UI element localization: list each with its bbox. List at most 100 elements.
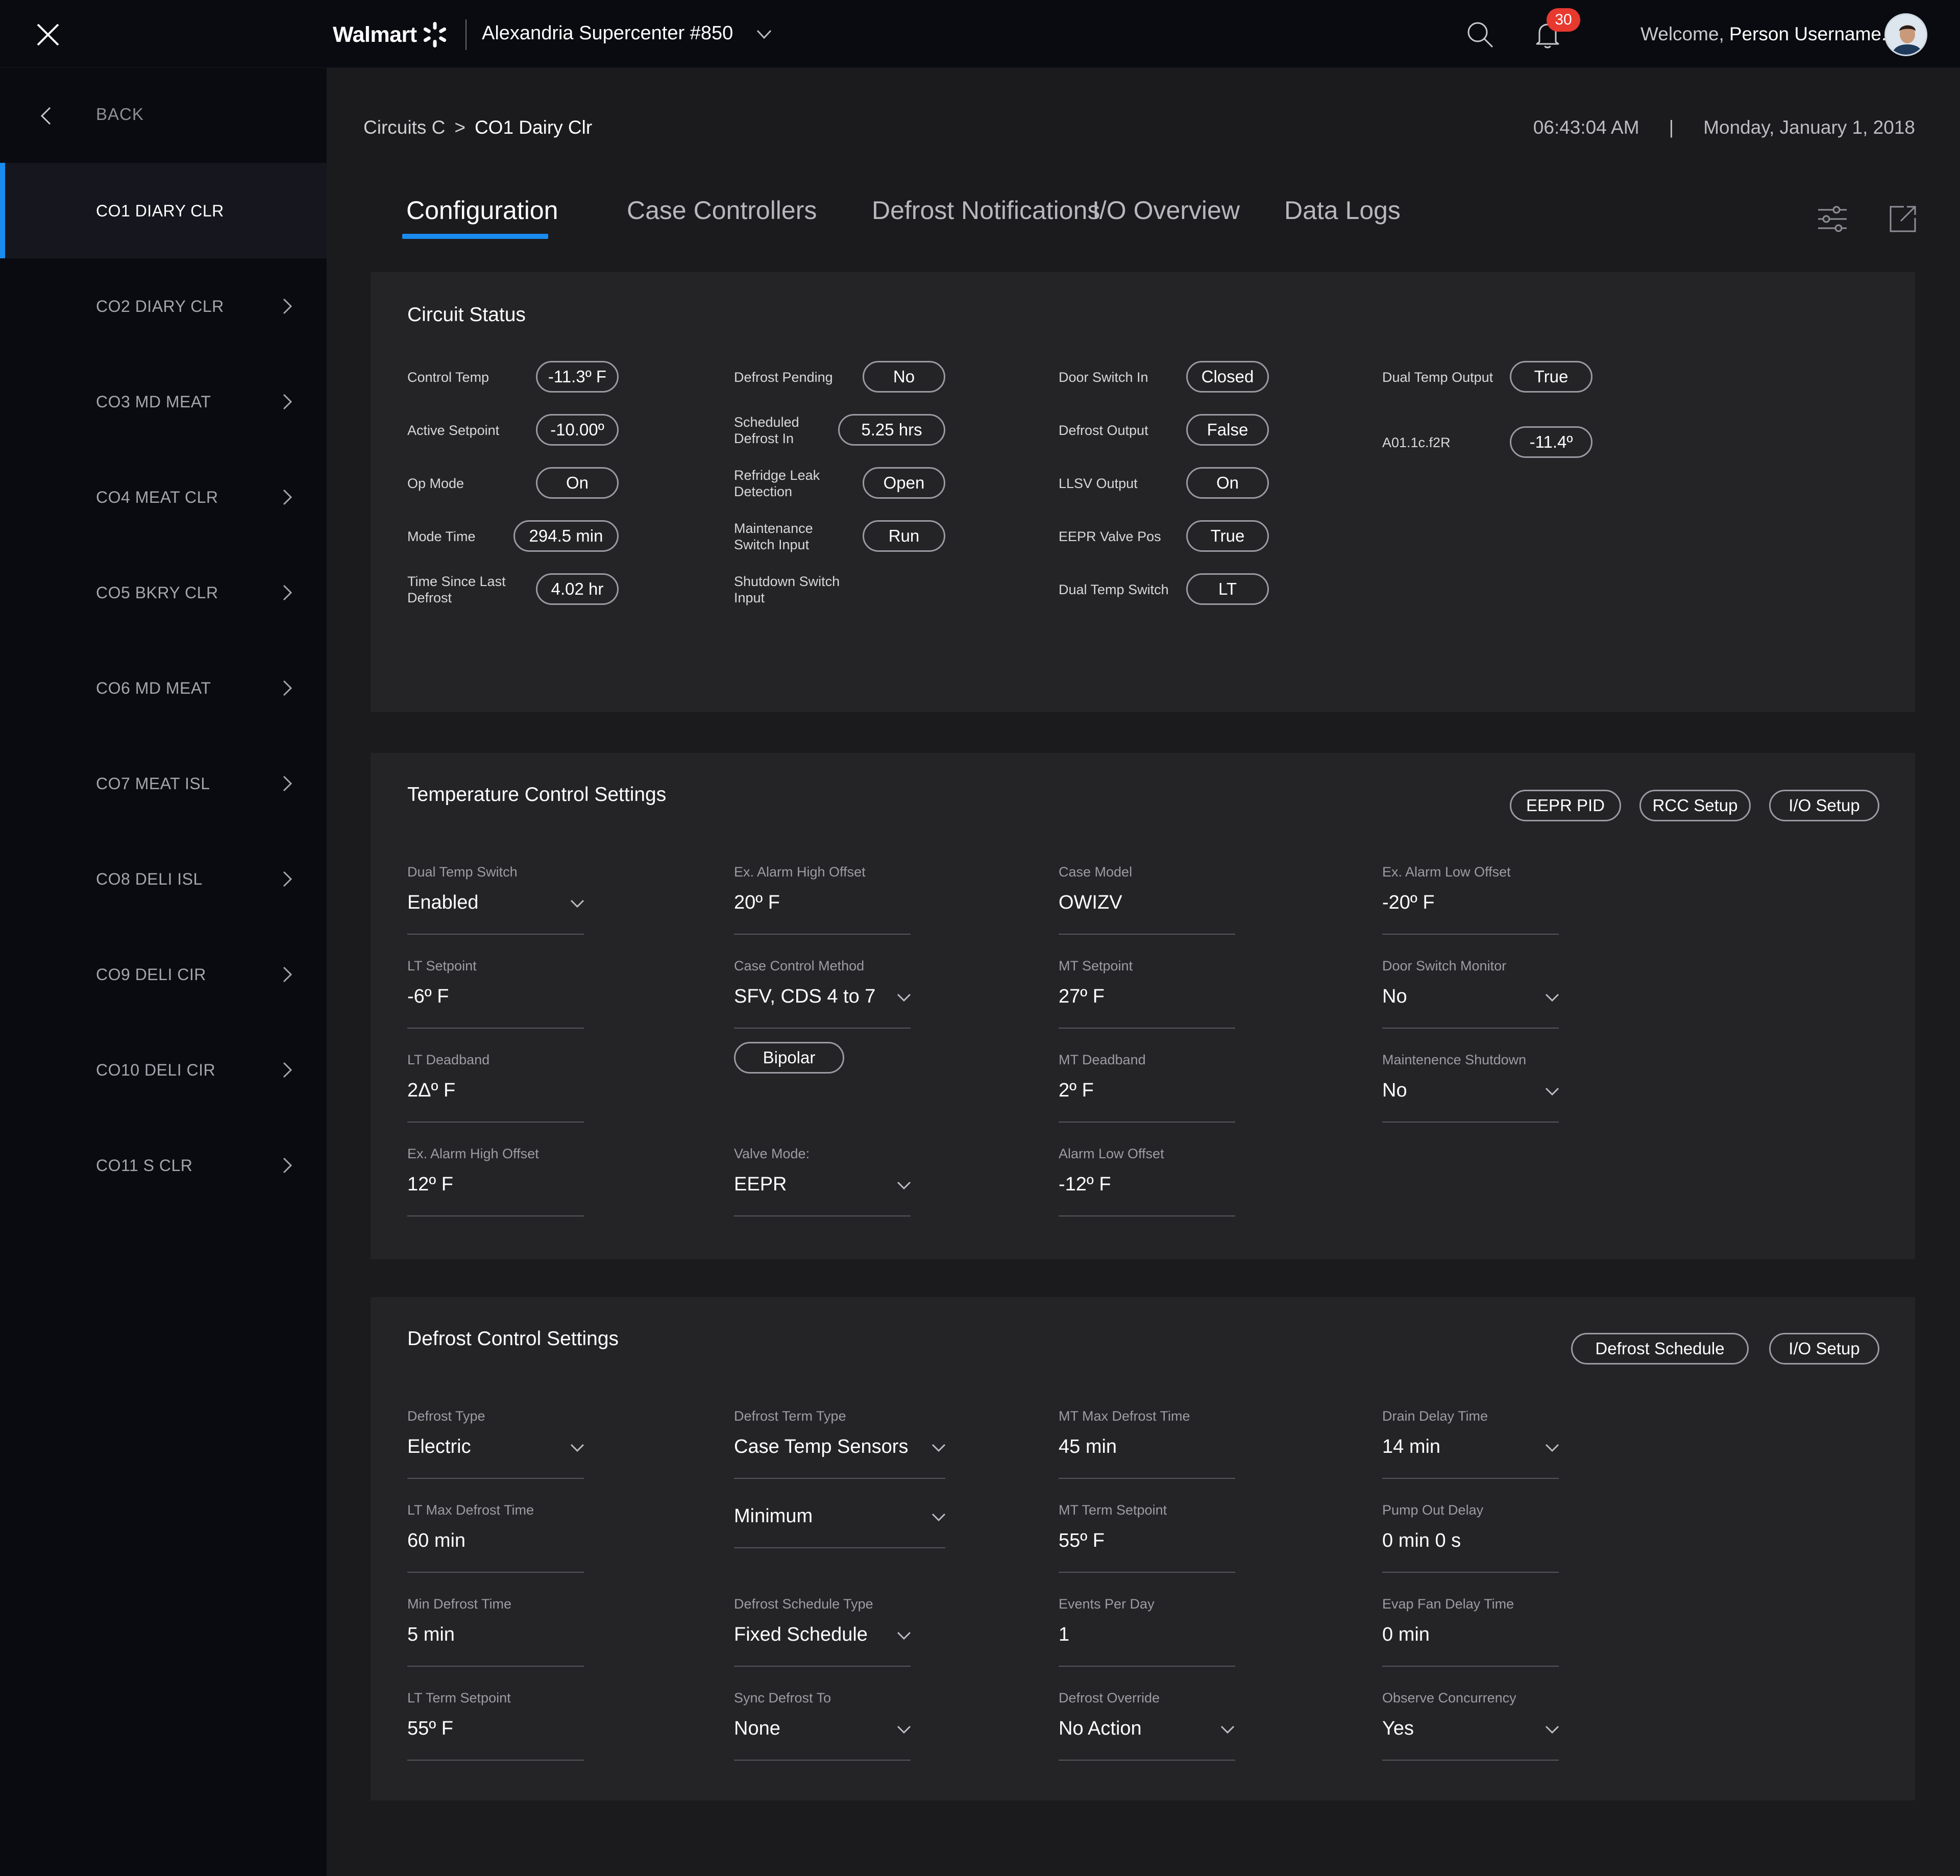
clock-separator: |	[1669, 117, 1674, 138]
sidebar-item-co10[interactable]: CO10 DELI CIR	[0, 1022, 327, 1117]
drain-delay-select[interactable]: 14 min	[1382, 1436, 1440, 1458]
field-value[interactable]: OWIZV	[1059, 892, 1122, 914]
field-value[interactable]: 2º F	[1059, 1080, 1094, 1102]
tab-io-overview[interactable]: I/O Overview	[1092, 196, 1240, 225]
current-time: 06:43:04 AM	[1533, 117, 1639, 138]
sidebar-item-label: CO5 BKRY CLR	[96, 583, 218, 602]
field-value[interactable]: 55º F	[407, 1718, 453, 1740]
sidebar-item-co7[interactable]: CO7 MEAT ISL	[0, 736, 327, 831]
field-label: Pump Out Delay	[1382, 1502, 1484, 1518]
field-value[interactable]: 5 min	[407, 1624, 455, 1646]
valve-mode-select[interactable]: EEPR	[734, 1174, 787, 1196]
chevron-down-icon[interactable]	[1545, 1087, 1560, 1097]
door-switch-monitor-select[interactable]: No	[1382, 986, 1407, 1008]
field-value[interactable]: 0 min	[1382, 1624, 1430, 1646]
field-value[interactable]: 2Δº F	[407, 1080, 455, 1102]
field-label: MT Term Setpoint	[1059, 1502, 1167, 1518]
status-label: Op Mode	[407, 476, 464, 491]
chevron-down-icon[interactable]	[1545, 993, 1560, 1003]
chevron-down-icon[interactable]	[896, 1181, 912, 1191]
close-icon[interactable]	[36, 22, 60, 47]
sidebar-item-label: CO8 DELI ISL	[96, 870, 203, 888]
dual-temp-switch-select[interactable]: Enabled	[407, 892, 478, 914]
chevron-down-icon[interactable]	[570, 899, 585, 909]
tab-defrost-notifications[interactable]: Defrost Notifications	[872, 196, 1100, 225]
sidebar-item-co9[interactable]: CO9 DELI CIR	[0, 927, 327, 1022]
back-label: BACK	[96, 105, 144, 124]
sidebar-item-label: CO6 MD MEAT	[96, 679, 211, 697]
field-value[interactable]: 0 min 0 s	[1382, 1530, 1461, 1552]
observe-concurrency-select[interactable]: Yes	[1382, 1718, 1414, 1740]
chevron-down-icon[interactable]	[1545, 1443, 1560, 1453]
case-control-method-select[interactable]: SFV, CDS 4 to 7	[734, 986, 875, 1008]
defrost-schedule-button[interactable]: Defrost Schedule	[1571, 1333, 1749, 1365]
sidebar-item-label: CO1 DIARY CLR	[96, 202, 224, 220]
defrost-term-type-select[interactable]: Case Temp Sensors	[734, 1436, 908, 1458]
chevron-right-icon	[283, 298, 292, 314]
defrost-schedule-type-select[interactable]: Fixed Schedule	[734, 1624, 868, 1646]
chevron-down-icon[interactable]	[570, 1443, 585, 1453]
io-setup-button[interactable]: I/O Setup	[1769, 1333, 1879, 1365]
avatar[interactable]	[1884, 13, 1927, 56]
bipolar-button[interactable]: Bipolar	[734, 1042, 844, 1074]
walmart-spark-icon	[423, 22, 446, 47]
field-value[interactable]: 1	[1059, 1624, 1069, 1646]
field-value[interactable]: -6º F	[407, 986, 449, 1008]
sidebar-item-co8[interactable]: CO8 DELI ISL	[0, 831, 327, 927]
rcc-setup-button[interactable]: RCC Setup	[1639, 790, 1751, 821]
sidebar-item-co11[interactable]: CO11 S CLR	[0, 1117, 327, 1213]
top-bar: Walmart Alexandria Supercenter #850 30 W…	[0, 0, 1960, 68]
status-label: Dual Temp Switch	[1059, 582, 1169, 597]
back-button[interactable]: BACK	[0, 68, 327, 163]
field-value[interactable]: -12º F	[1059, 1174, 1111, 1196]
chevron-down-icon[interactable]	[1220, 1725, 1235, 1735]
field-underline	[1382, 1028, 1559, 1029]
status-label: Defrost Pending	[734, 370, 833, 385]
tab-configuration[interactable]: Configuration	[406, 196, 558, 225]
store-selector-label[interactable]: Alexandria Supercenter #850	[482, 22, 733, 44]
breadcrumb-current: CO1 Dairy Clr	[474, 117, 593, 138]
sidebar-item-label: CO10 DELI CIR	[96, 1061, 216, 1079]
tab-case-controllers[interactable]: Case Controllers	[627, 196, 817, 225]
tab-data-logs[interactable]: Data Logs	[1284, 196, 1401, 225]
sidebar-item-co4[interactable]: CO4 MEAT CLR	[0, 449, 327, 545]
chevron-down-icon[interactable]	[1545, 1725, 1560, 1735]
chevron-down-icon[interactable]	[931, 1513, 946, 1523]
defrost-term-mode-select[interactable]: Minimum	[734, 1505, 813, 1527]
search-icon[interactable]	[1465, 19, 1496, 50]
sidebar-item-co2[interactable]: CO2 DIARY CLR	[0, 258, 327, 354]
field-underline	[1059, 934, 1235, 935]
breadcrumb-parent[interactable]: Circuits C	[363, 117, 445, 138]
sidebar-item-co5[interactable]: CO5 BKRY CLR	[0, 545, 327, 640]
maintenence-shutdown-select[interactable]: No	[1382, 1080, 1407, 1102]
field-value[interactable]: 27º F	[1059, 986, 1105, 1008]
field-label: MT Setpoint	[1059, 958, 1133, 973]
eepr-pid-button[interactable]: EEPR PID	[1510, 790, 1621, 821]
field-value[interactable]: 20º F	[734, 892, 780, 914]
welcome-text: Welcome, Person Username.	[1640, 23, 1887, 44]
field-value[interactable]: 45 min	[1059, 1436, 1117, 1458]
field-value[interactable]: -20º F	[1382, 892, 1435, 914]
chevron-down-icon[interactable]	[896, 1631, 912, 1641]
defrost-override-select[interactable]: No Action	[1059, 1718, 1142, 1740]
field-label: Defrost Type	[407, 1408, 485, 1424]
chevron-down-icon[interactable]	[896, 1725, 912, 1735]
status-value: LT	[1186, 573, 1269, 605]
chevron-down-icon[interactable]	[755, 27, 773, 42]
chevron-down-icon[interactable]	[931, 1443, 946, 1453]
sidebar-item-co1[interactable]: CO1 DIARY CLR	[0, 163, 327, 258]
sidebar-item-co3[interactable]: CO3 MD MEAT	[0, 354, 327, 449]
status-label: Door Switch In	[1059, 370, 1148, 385]
current-date: Monday, January 1, 2018	[1703, 117, 1915, 138]
filter-sliders-icon[interactable]	[1816, 203, 1849, 235]
sidebar-item-co6[interactable]: CO6 MD MEAT	[0, 640, 327, 736]
field-underline	[1382, 1122, 1559, 1123]
external-link-icon[interactable]	[1886, 203, 1919, 235]
field-value[interactable]: 60 min	[407, 1530, 465, 1552]
io-setup-button[interactable]: I/O Setup	[1769, 790, 1879, 821]
field-value[interactable]: 55º F	[1059, 1530, 1105, 1552]
chevron-down-icon[interactable]	[896, 993, 912, 1003]
defrost-type-select[interactable]: Electric	[407, 1436, 471, 1458]
field-value[interactable]: 12º F	[407, 1174, 453, 1196]
sync-defrost-select[interactable]: None	[734, 1718, 780, 1740]
